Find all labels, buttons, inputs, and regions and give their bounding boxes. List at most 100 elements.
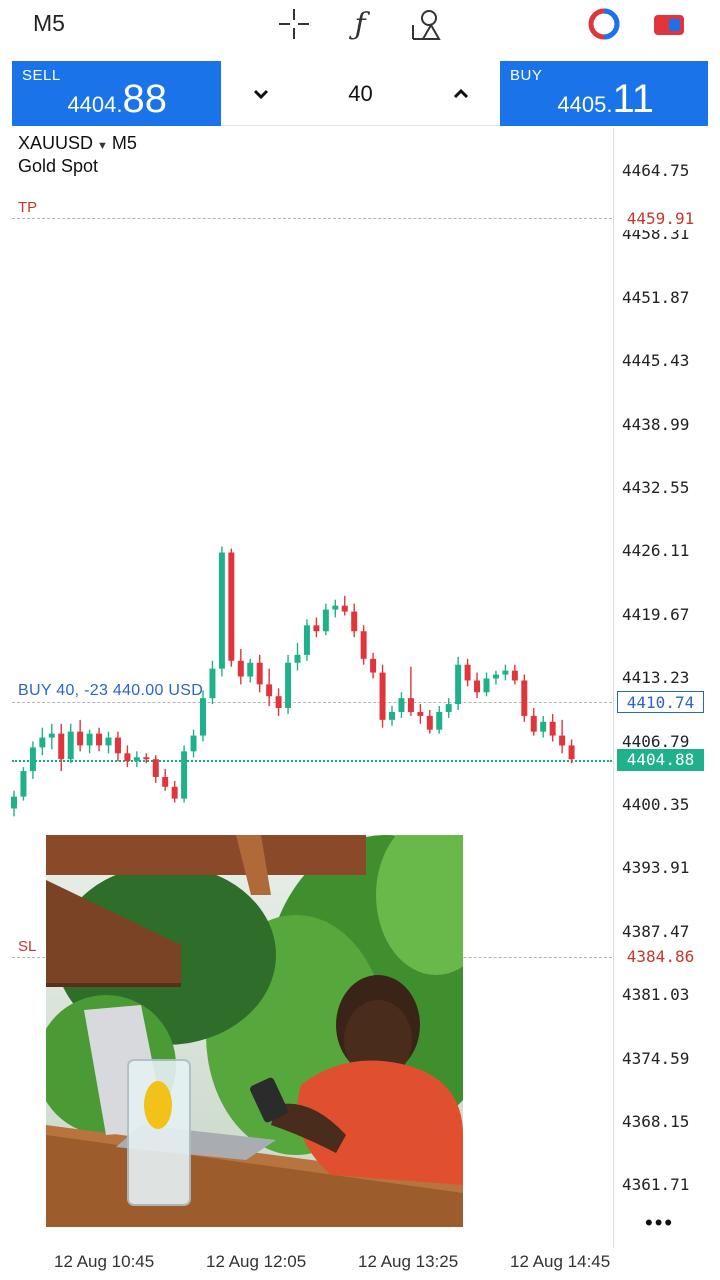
candle-body [568, 745, 575, 760]
candle-body [218, 552, 225, 669]
candle [370, 652, 377, 679]
candle-body [417, 711, 424, 716]
candle [152, 755, 159, 783]
candle-body [389, 711, 395, 720]
candle [559, 719, 566, 754]
candle [426, 709, 433, 734]
more-menu-button[interactable]: ••• [645, 1210, 674, 1236]
candle [67, 723, 74, 764]
candle-body [483, 678, 490, 693]
candle [105, 731, 112, 754]
candle-body [48, 733, 55, 738]
candle [190, 729, 197, 758]
candle [474, 672, 481, 699]
candle [436, 706, 443, 734]
candle [77, 719, 84, 752]
candle-body [445, 704, 452, 712]
candle-body [228, 552, 235, 661]
candle [313, 617, 320, 638]
candle [389, 706, 395, 726]
candle-body [540, 721, 547, 732]
candle-body [256, 662, 263, 685]
candle [143, 753, 150, 764]
candle-body [521, 680, 528, 716]
candle-body [455, 664, 462, 705]
candle-body [511, 670, 518, 681]
candle [540, 715, 547, 738]
candle-body [237, 660, 244, 677]
candle [568, 739, 575, 764]
candle [351, 603, 358, 638]
candle-body [181, 751, 188, 799]
candle-body [143, 757, 150, 760]
candle-body [114, 737, 121, 754]
candle-body [436, 711, 443, 730]
candle-body [96, 733, 103, 746]
candle-body [86, 733, 93, 746]
candle-body [11, 796, 17, 809]
time-tick-label: 12 Aug 10:45 [54, 1252, 155, 1271]
candle [114, 731, 121, 762]
candle [58, 723, 65, 772]
candle [96, 727, 103, 752]
candle [266, 668, 273, 707]
candle-body [200, 698, 206, 736]
candle [445, 698, 452, 718]
candle-body [190, 735, 197, 752]
candle-body [171, 786, 178, 799]
candle [48, 723, 55, 750]
candle [39, 727, 46, 756]
candle [29, 741, 36, 779]
candle-body [105, 737, 112, 746]
candle [285, 654, 292, 714]
candle-body [559, 735, 566, 746]
candle [275, 688, 282, 716]
candle [171, 780, 178, 803]
candle-body [407, 698, 414, 712]
candle [209, 660, 216, 705]
candle [360, 625, 367, 665]
candle [502, 664, 509, 681]
candle [228, 548, 235, 667]
candle [483, 672, 490, 697]
candle-body [530, 715, 537, 732]
candle-body [322, 609, 329, 632]
candle-body [152, 759, 159, 777]
candle-body [492, 674, 499, 679]
candle-body [133, 757, 140, 762]
candle-body [341, 605, 348, 612]
candle-body [379, 672, 386, 720]
candle [398, 692, 405, 718]
candle-body [77, 731, 84, 746]
candle [256, 654, 263, 693]
candle [455, 656, 462, 710]
candle [549, 713, 556, 742]
candle-body [360, 631, 367, 659]
candle-body [332, 605, 339, 610]
candle-body [247, 662, 254, 677]
candle [303, 619, 310, 661]
time-tick-label: 12 Aug 12:05 [206, 1252, 307, 1271]
candle [20, 767, 27, 801]
candle-body [313, 625, 320, 632]
candle [332, 599, 339, 618]
candle-body [209, 668, 216, 699]
candle [322, 603, 329, 636]
candle-body [294, 654, 301, 663]
candle [124, 745, 131, 768]
candle-body [549, 721, 556, 736]
candle [492, 670, 499, 685]
candle-body [124, 753, 131, 762]
candle [464, 658, 471, 687]
candle-body [351, 611, 358, 632]
candle [247, 658, 254, 683]
candle [200, 690, 206, 742]
candle [407, 666, 414, 716]
candle [511, 664, 518, 685]
candle-body [303, 625, 310, 655]
candle-body [67, 731, 74, 760]
candle [521, 674, 528, 722]
candle [379, 664, 386, 728]
candle-body [58, 733, 65, 760]
time-tick-label: 12 Aug 14:45 [510, 1252, 611, 1271]
